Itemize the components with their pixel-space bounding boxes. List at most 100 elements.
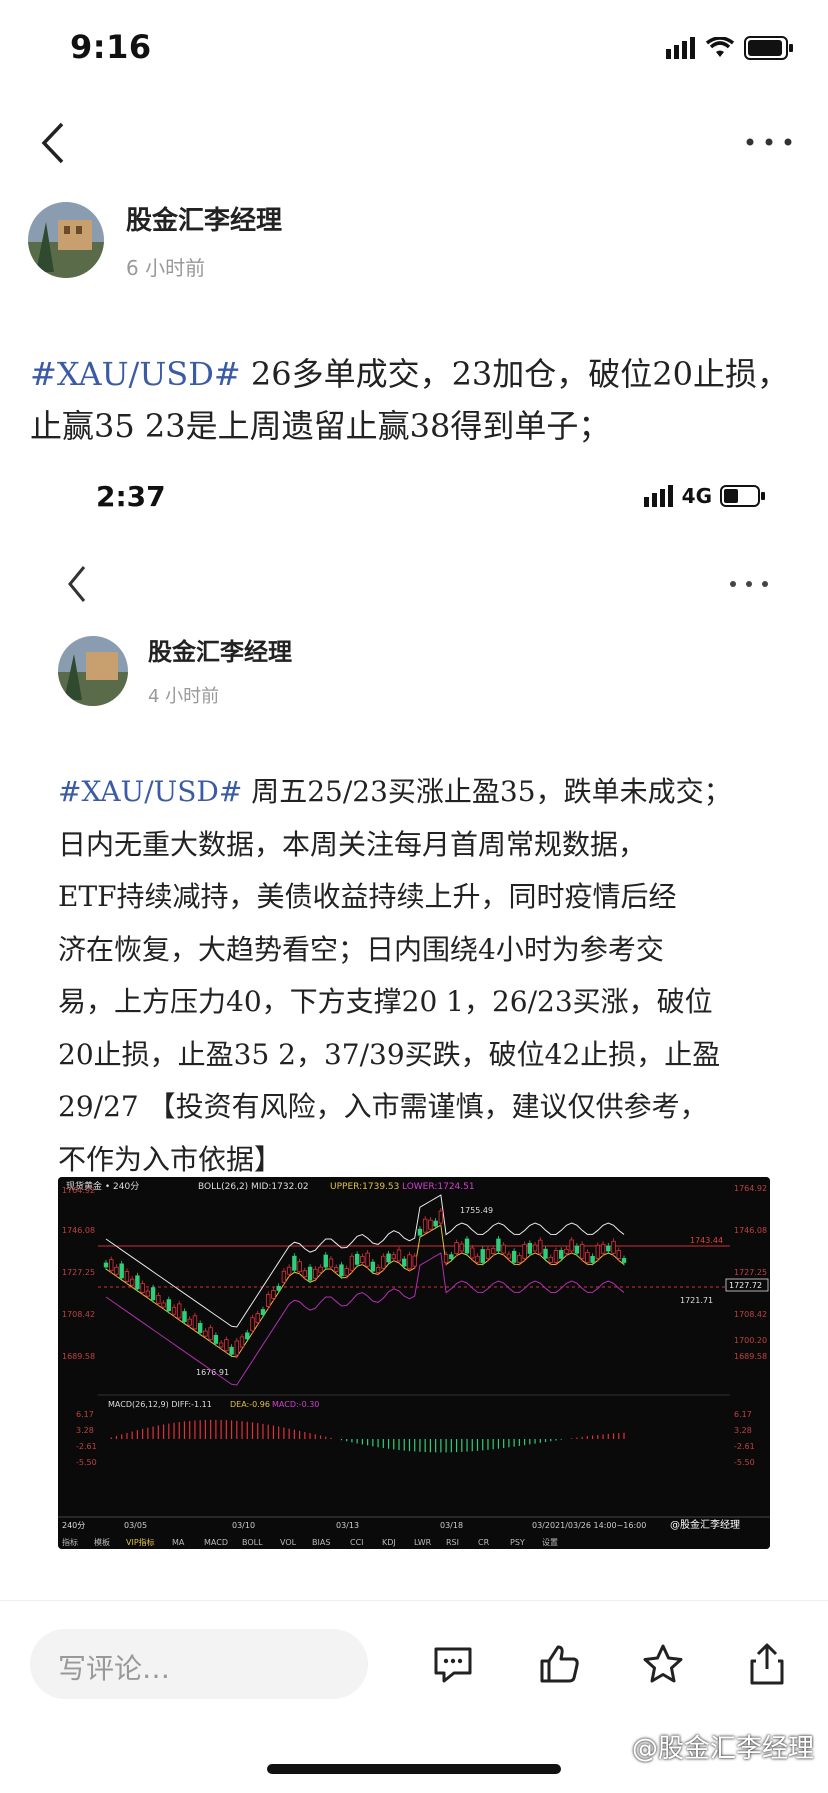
candle (119, 1260, 124, 1281)
y-tick-left: 1746.08 (62, 1226, 95, 1235)
candle (307, 1264, 313, 1284)
embedded-back-icon (68, 566, 86, 602)
like-icon[interactable] (536, 1641, 582, 1687)
more-icon[interactable] (744, 130, 794, 154)
candle (407, 1251, 412, 1272)
macd-tick: 6.17 (76, 1410, 94, 1419)
y-tick-right: 1700.20 (734, 1336, 767, 1345)
star-icon[interactable] (640, 1641, 686, 1687)
candle (381, 1253, 386, 1272)
candle (250, 1314, 255, 1334)
battery-icon (744, 36, 793, 60)
author-name[interactable]: 股金汇李经理 (126, 200, 282, 237)
candle (323, 1252, 328, 1271)
chart-tab: CCI (350, 1538, 364, 1547)
x-tick: 03/18 (440, 1521, 463, 1530)
chart-tab: PSY (510, 1538, 525, 1547)
candle (480, 1246, 485, 1266)
chart-tab: MACD (204, 1538, 228, 1547)
chart-watermark: @股金汇李经理 (670, 1518, 740, 1531)
boll-label: BOLL(26,2) MID:1732.02 (198, 1182, 309, 1192)
hashtag-link[interactable]: #XAU/USD# (30, 355, 241, 393)
chart-tab: 指标 (62, 1537, 78, 1547)
x-tick: 03/05 (124, 1521, 147, 1530)
date-range: 03/2021/03/26 14:00~16:00 (532, 1521, 646, 1530)
embedded-line-2: 日内无重大数据，本周关注每月首周常规数据， (58, 827, 647, 861)
candle (579, 1241, 585, 1262)
x-tick: 03/13 (336, 1521, 359, 1530)
period-label: 240分 (62, 1521, 85, 1530)
macd-tick: -5.50 (76, 1458, 97, 1467)
y-tick-left: 1689.58 (62, 1352, 95, 1361)
chart-tab: LWR (414, 1538, 432, 1547)
low-label: 1676.91 (196, 1368, 229, 1377)
macd-value: MACD:-0.30 (272, 1400, 319, 1409)
candle (208, 1324, 213, 1343)
embedded-more-icon (730, 581, 768, 587)
status-time: 9:16 (70, 28, 152, 66)
signal-icon (666, 37, 695, 59)
candle (496, 1236, 501, 1255)
back-icon[interactable] (34, 118, 74, 168)
chart-tab: VIP指标 (126, 1537, 155, 1547)
chart-tab: RSI (446, 1538, 459, 1547)
wifi-icon (706, 37, 734, 57)
embedded-body: #XAU/USD# 周五25/23买涨止盈35，跌单未成交； 日内无重大数据，本… (58, 766, 778, 1186)
share-icon[interactable] (744, 1641, 790, 1687)
post-time: 6 小时前 (126, 256, 206, 280)
price-chart: 现货黄金 • 240分 BOLL(26,2) MID:1732.02 UPPER… (58, 1177, 770, 1549)
y-tick-right: 1727.25 (734, 1268, 767, 1277)
embedded-time: 4 小时前 (148, 686, 220, 707)
comment-input[interactable]: 写评论… (30, 1629, 368, 1699)
candle (266, 1291, 271, 1310)
macd-label: MACD(26,12,9) DIFF:-1.11 (108, 1400, 212, 1409)
battery-icon (720, 485, 765, 507)
home-indicator[interactable] (267, 1764, 561, 1774)
embedded-line-4: 济在恢复，大趋势看空；日内围绕4小时为参考交 (58, 932, 664, 966)
signal-icon (643, 485, 673, 507)
candle (522, 1241, 527, 1262)
candle (292, 1253, 297, 1274)
chart-tab: 设置 (542, 1537, 558, 1547)
embedded-line-3: ETF持续减持，美债收益持续上升，同时疫情后经 (58, 880, 677, 913)
image-watermark: @股金汇李经理 (631, 1734, 814, 1764)
macd-tick: -5.50 (734, 1458, 755, 1467)
candle (349, 1253, 355, 1274)
candle (177, 1300, 182, 1321)
post-body: #XAU/USD# 26多单成交，23加仓，破位20止损， 止赢35 23是上周… (30, 348, 810, 452)
embedded-line-6: 20止损，止盈35 2，37/39买跌，破位42止损，止盈 (58, 1037, 721, 1071)
embedded-hashtag: #XAU/USD# (58, 775, 243, 808)
comment-icon[interactable] (430, 1641, 476, 1687)
y-tick-left: 1708.42 (62, 1310, 95, 1319)
status-icons (666, 36, 794, 60)
network-type: 4G (681, 484, 712, 508)
level-tag: 1743.44 (690, 1236, 723, 1245)
chart-tab: BIAS (312, 1538, 330, 1547)
macd-tick: -2.61 (76, 1442, 97, 1451)
chart-tab: BOLL (242, 1538, 263, 1547)
y-tick-right: 1764.92 (734, 1184, 767, 1193)
y-tick-left: 1727.25 (62, 1268, 95, 1277)
candle (611, 1238, 616, 1257)
candle (538, 1237, 543, 1257)
chart-tab: 模板 (94, 1537, 110, 1547)
candle (438, 1208, 444, 1227)
candle (192, 1312, 198, 1332)
y-tick-right: 1708.42 (734, 1310, 767, 1319)
candle (464, 1235, 470, 1256)
chart-tab: VOL (280, 1538, 297, 1547)
embedded-status-icons: 4G (643, 484, 766, 508)
x-tick: 03/10 (232, 1521, 255, 1530)
author-avatar[interactable] (28, 202, 104, 278)
macd-tick: 3.28 (734, 1426, 752, 1435)
price-tag: 1727.72 (729, 1281, 762, 1290)
embedded-author: 股金汇李经理 (148, 638, 292, 666)
y-tick-right: 1689.58 (734, 1352, 767, 1361)
chart-tab: MA (172, 1538, 185, 1547)
last-label: 1721.71 (680, 1296, 713, 1305)
macd-tick: -2.61 (734, 1442, 755, 1451)
post-line-2: 止赢35 23是上周遗留止赢38得到单子； (30, 407, 611, 445)
candle (595, 1242, 601, 1262)
chart-tab: KDJ (382, 1538, 396, 1547)
candle (365, 1250, 370, 1270)
